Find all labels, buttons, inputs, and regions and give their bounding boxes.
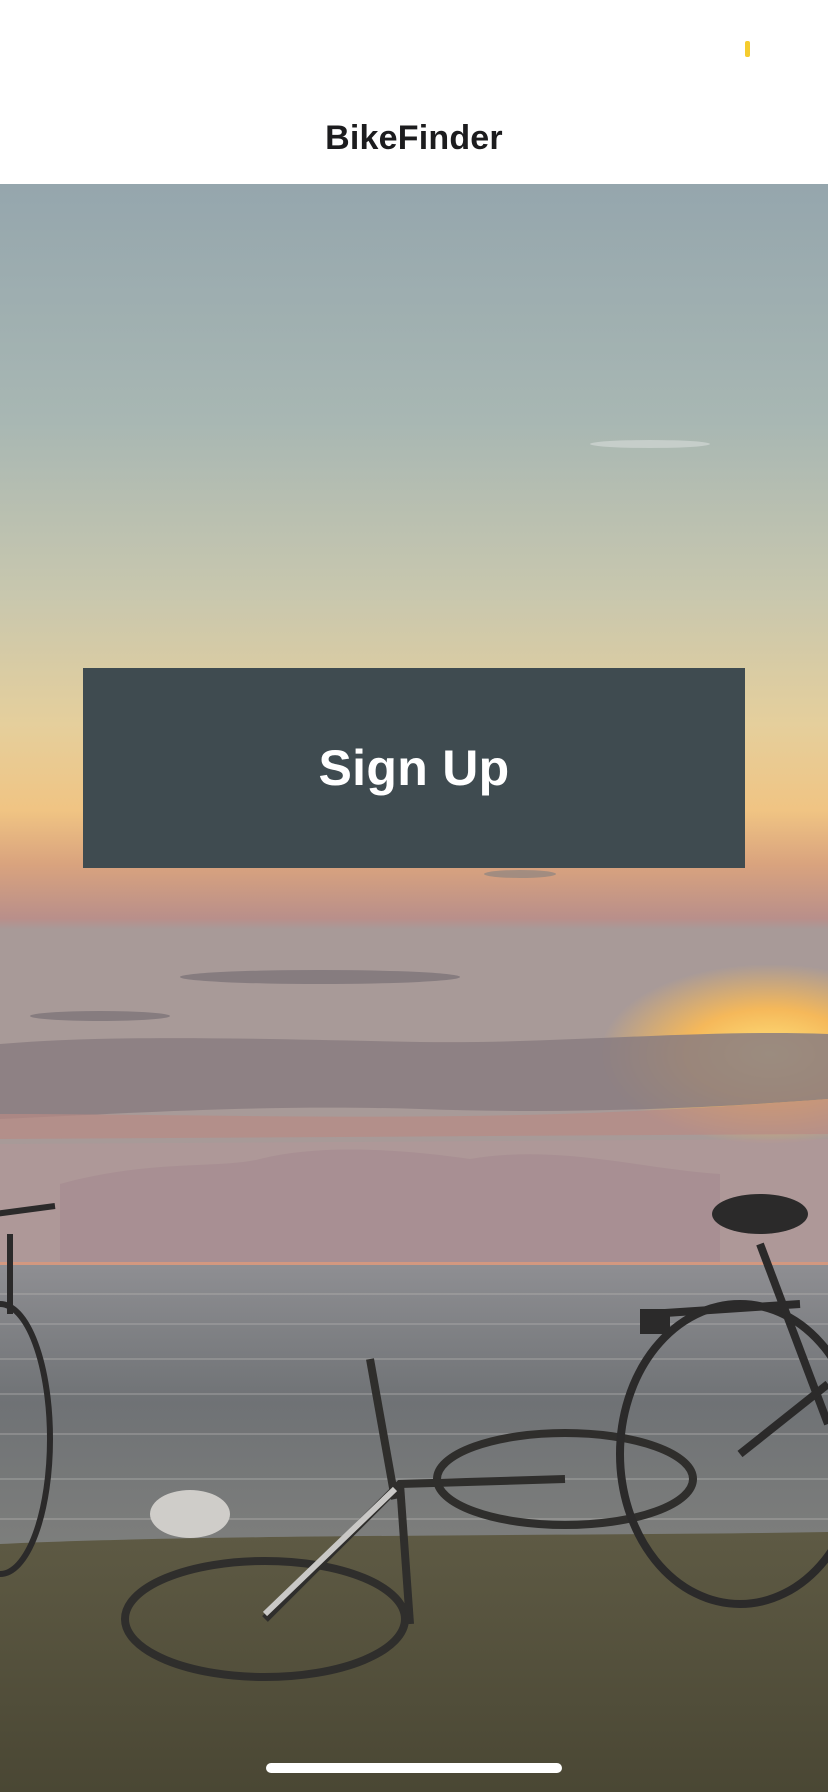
battery-icon <box>745 41 750 57</box>
background-photo: Sign Up <box>0 184 828 1792</box>
home-indicator[interactable] <box>266 1763 562 1773</box>
status-bar <box>0 0 828 88</box>
navigation-bar: BikeFinder <box>0 88 828 184</box>
sign-up-label: Sign Up <box>318 740 510 796</box>
sign-up-button[interactable]: Sign Up <box>83 668 745 868</box>
app-title: BikeFinder <box>325 118 503 157</box>
